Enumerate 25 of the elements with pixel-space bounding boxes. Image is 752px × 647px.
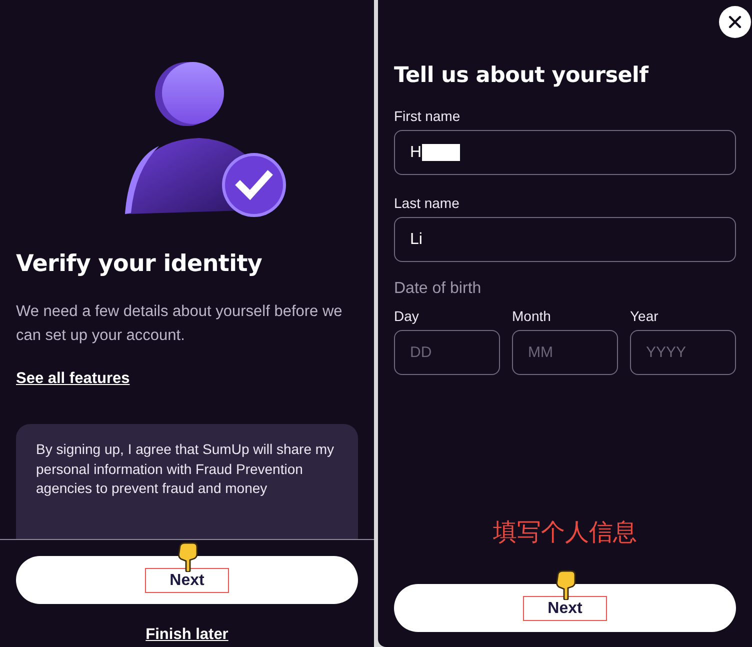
consent-text: By signing up, I agree that SumUp will share my personal information with Fraud Prevention agencies to prevent fraud and money <box>36 440 336 498</box>
form-title: Tell us about yourself <box>394 63 650 88</box>
text-field[interactable]: Li <box>394 217 736 262</box>
close-icon <box>728 15 742 29</box>
pointing-hand-icon <box>555 570 577 600</box>
next-button[interactable]: Next <box>394 584 736 632</box>
page-title: Verify your identity <box>16 251 264 277</box>
field-label: Last name <box>394 195 460 211</box>
caption-text: 填写个人信息 <box>493 517 637 548</box>
date-field[interactable]: MM <box>512 330 618 375</box>
field-label: Day <box>394 308 420 324</box>
next-button[interactable]: Next <box>16 556 358 604</box>
finish-later-link[interactable]: Finish later <box>146 626 228 644</box>
date-field[interactable]: YYYY <box>630 330 736 375</box>
description-text: We need a few details about yourself before we can set up your account. <box>16 302 344 346</box>
field-label: Month <box>512 308 552 324</box>
close-button[interactable] <box>719 6 751 38</box>
date-field[interactable]: DD <box>394 330 500 375</box>
field-label: Year <box>630 308 660 324</box>
redaction-mark <box>422 144 460 161</box>
pointing-hand-icon <box>177 542 199 572</box>
text-field[interactable]: H <box>394 130 736 175</box>
field-label: First name <box>394 108 462 124</box>
section-label: Date of birth <box>394 280 482 298</box>
see-all-features-link[interactable]: See all features <box>16 370 130 388</box>
